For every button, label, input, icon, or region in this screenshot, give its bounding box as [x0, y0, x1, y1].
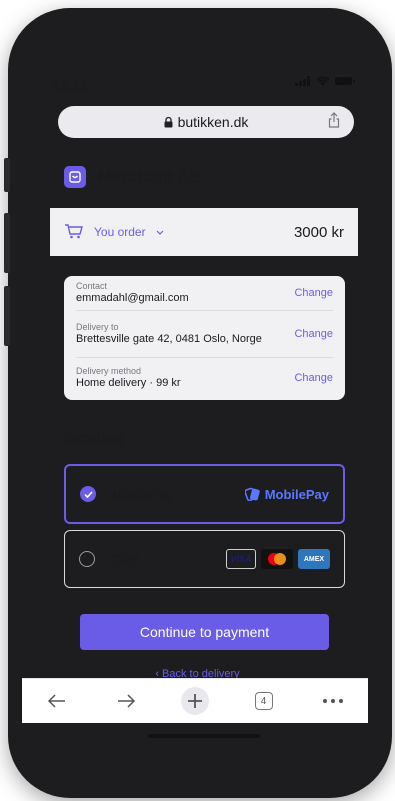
change-method-link[interactable]: Change — [294, 372, 333, 384]
payment-heading: Betaling — [64, 430, 124, 447]
back-to-delivery-link[interactable]: ‹ Back to delivery — [0, 668, 395, 678]
order-label: You order — [94, 225, 146, 239]
share-icon[interactable] — [328, 112, 340, 131]
status-icons — [295, 76, 355, 86]
radio-unchecked-icon[interactable] — [79, 551, 95, 567]
order-total: 3000 kr — [293, 223, 344, 241]
home-indicator[interactable] — [148, 734, 260, 738]
card-brand-logos: VISA AMEX — [226, 549, 330, 569]
volume-up-button — [4, 213, 10, 273]
chevron-down-icon — [156, 225, 164, 239]
more-options-icon[interactable] — [318, 686, 348, 716]
continue-to-payment-button[interactable]: Continue to payment — [80, 614, 329, 650]
back-arrow-icon[interactable] — [42, 686, 72, 716]
summary-row-delivery: Delivery to Brettesville gate 42, 0481 O… — [76, 311, 333, 358]
mastercard-logo — [261, 549, 293, 569]
new-tab-plus-icon[interactable] — [180, 687, 209, 715]
address-bar[interactable]: butikken.dk — [58, 106, 354, 138]
lock-icon — [164, 116, 173, 128]
summary-row-contact: Contact emmadahl@gmail.com Change — [76, 276, 333, 311]
merchant-header: Merchant AS — [64, 166, 201, 188]
cart-icon — [64, 223, 84, 242]
tabs-button[interactable]: 4 — [249, 686, 279, 716]
amex-logo: AMEX — [298, 549, 330, 569]
change-delivery-link[interactable]: Change — [294, 328, 333, 340]
wifi-icon — [316, 76, 330, 86]
checkout-summary: Contact emmadahl@gmail.com Change Delive… — [64, 276, 345, 400]
payment-option-mobilepay[interactable]: MobilePay MobilePay — [64, 464, 345, 524]
volume-down-button — [4, 286, 10, 346]
forward-arrow-icon[interactable] — [111, 686, 141, 716]
contact-label: Contact — [76, 281, 108, 291]
summary-row-method: Delivery method Home delivery · 99 kr Ch… — [76, 358, 333, 398]
browser-toolbar: 4 — [22, 678, 368, 723]
mute-switch — [4, 158, 10, 192]
mobilepay-brand-text: MobilePay — [264, 486, 329, 502]
change-contact-link[interactable]: Change — [294, 287, 333, 299]
contact-value: emmadahl@gmail.com — [76, 292, 189, 304]
delivery-label: Delivery to — [76, 322, 119, 332]
radio-checked-icon[interactable] — [80, 486, 96, 502]
signal-icon — [295, 76, 310, 86]
tab-count: 4 — [254, 692, 273, 710]
order-toggle[interactable]: You order — [64, 223, 164, 242]
method-value: Home delivery · 99 kr — [76, 377, 181, 389]
battery-icon — [335, 77, 355, 85]
card-label: Card — [111, 551, 140, 567]
mobilepay-icon — [244, 487, 260, 501]
delivery-value: Brettesville gate 42, 0481 Oslo, Norge — [76, 333, 262, 345]
payment-option-card[interactable]: Card VISA AMEX — [64, 530, 345, 588]
merchant-logo-icon — [64, 166, 86, 188]
mobilepay-logo: MobilePay — [244, 486, 329, 502]
merchant-name: Merchant AS — [98, 167, 202, 186]
status-time: 13:12 — [52, 78, 88, 94]
method-label: Delivery method — [76, 366, 142, 376]
visa-logo: VISA — [226, 549, 256, 569]
mobilepay-label: MobilePay — [112, 486, 173, 502]
order-summary-bar[interactable]: You order 3000 kr — [50, 208, 358, 256]
url-text: butikken.dk — [177, 114, 249, 130]
